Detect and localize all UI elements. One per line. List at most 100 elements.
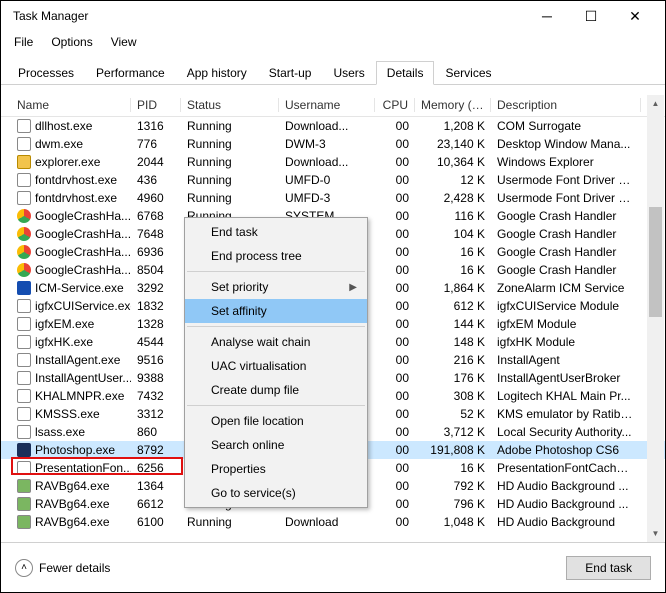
tab-app-history[interactable]: App history xyxy=(176,61,258,85)
process-memory: 1,864 K xyxy=(415,281,491,295)
separator xyxy=(187,405,365,406)
process-icon xyxy=(17,227,31,241)
process-name: GoogleCrashHa... xyxy=(35,209,131,223)
ctx-set-affinity[interactable]: Set affinity xyxy=(185,299,367,323)
process-pid: 4960 xyxy=(131,191,181,205)
window-title: Task Manager xyxy=(9,9,525,23)
process-description: PresentationFontCache.... xyxy=(491,461,641,475)
process-description: KMS emulator by Ratibo... xyxy=(491,407,641,421)
process-description: COM Surrogate xyxy=(491,119,641,133)
table-row[interactable]: dwm.exe776RunningDWM-30023,140 KDesktop … xyxy=(1,135,665,153)
table-row[interactable]: explorer.exe2044RunningDownload...0010,3… xyxy=(1,153,665,171)
process-status: Running xyxy=(181,137,279,151)
tab-users[interactable]: Users xyxy=(322,61,375,85)
end-task-button[interactable]: End task xyxy=(566,556,651,580)
process-pid: 9388 xyxy=(131,371,181,385)
process-name: KHALMNPR.exe xyxy=(35,389,124,403)
process-cpu: 00 xyxy=(375,173,415,187)
table-row[interactable]: dllhost.exe1316RunningDownload...001,208… xyxy=(1,117,665,135)
process-cpu: 00 xyxy=(375,299,415,313)
process-status: Running xyxy=(181,515,279,529)
process-pid: 6768 xyxy=(131,209,181,223)
table-row[interactable]: fontdrvhost.exe4960RunningUMFD-3002,428 … xyxy=(1,189,665,207)
process-description: igfxHK Module xyxy=(491,335,641,349)
ctx-set-priority[interactable]: Set priority▶ xyxy=(185,275,367,299)
tab-performance[interactable]: Performance xyxy=(85,61,176,85)
col-pid[interactable]: PID xyxy=(131,98,181,112)
table-row[interactable]: fontdrvhost.exe436RunningUMFD-00012 KUse… xyxy=(1,171,665,189)
process-pid: 7432 xyxy=(131,389,181,403)
process-cpu: 00 xyxy=(375,335,415,349)
process-memory: 12 K xyxy=(415,173,491,187)
process-pid: 436 xyxy=(131,173,181,187)
process-icon xyxy=(17,317,31,331)
process-user: DWM-3 xyxy=(279,137,375,151)
process-pid: 9516 xyxy=(131,353,181,367)
minimize-button[interactable]: ─ xyxy=(525,2,569,30)
process-pid: 6256 xyxy=(131,461,181,475)
process-description: Google Crash Handler xyxy=(491,209,641,223)
process-description: Adobe Photoshop CS6 xyxy=(491,443,641,457)
process-memory: 16 K xyxy=(415,245,491,259)
process-status: Running xyxy=(181,191,279,205)
table-row[interactable]: RAVBg64.exe6100RunningDownload001,048 KH… xyxy=(1,513,665,531)
process-cpu: 00 xyxy=(375,407,415,421)
close-button[interactable]: ✕ xyxy=(613,2,657,30)
ctx-properties[interactable]: Properties xyxy=(185,457,367,481)
process-description: Google Crash Handler xyxy=(491,263,641,277)
process-pid: 6100 xyxy=(131,515,181,529)
col-description[interactable]: Description xyxy=(491,98,641,112)
tab-services[interactable]: Services xyxy=(434,61,502,85)
scrollbar[interactable]: ▲ ▼ xyxy=(647,95,664,542)
col-status[interactable]: Status xyxy=(181,98,279,112)
maximize-button[interactable]: ☐ xyxy=(569,2,613,30)
process-icon xyxy=(17,263,31,277)
menu-view[interactable]: View xyxy=(104,33,144,51)
col-memory[interactable]: Memory (p... xyxy=(415,98,491,112)
process-cpu: 00 xyxy=(375,461,415,475)
process-status: Running xyxy=(181,119,279,133)
process-memory: 52 K xyxy=(415,407,491,421)
ctx-end-process-tree[interactable]: End process tree xyxy=(185,244,367,268)
process-icon xyxy=(17,191,31,205)
col-name[interactable]: Name xyxy=(11,98,131,112)
ctx-end-task[interactable]: End task xyxy=(185,220,367,244)
process-memory: 1,208 K xyxy=(415,119,491,133)
col-username[interactable]: Username xyxy=(279,98,375,112)
process-icon xyxy=(17,281,31,295)
process-description: InstallAgent xyxy=(491,353,641,367)
col-cpu[interactable]: CPU xyxy=(375,98,415,112)
process-memory: 10,364 K xyxy=(415,155,491,169)
ctx-go-to-services[interactable]: Go to service(s) xyxy=(185,481,367,505)
process-cpu: 00 xyxy=(375,389,415,403)
process-cpu: 00 xyxy=(375,317,415,331)
process-memory: 144 K xyxy=(415,317,491,331)
scroll-thumb[interactable] xyxy=(649,207,662,317)
ctx-open-file-location[interactable]: Open file location xyxy=(185,409,367,433)
scroll-down-icon[interactable]: ▼ xyxy=(647,525,664,542)
menu-file[interactable]: File xyxy=(7,33,40,51)
process-memory: 16 K xyxy=(415,263,491,277)
process-name: ICM-Service.exe xyxy=(35,281,124,295)
process-pid: 8504 xyxy=(131,263,181,277)
process-cpu: 00 xyxy=(375,425,415,439)
process-cpu: 00 xyxy=(375,443,415,457)
scroll-up-icon[interactable]: ▲ xyxy=(647,95,664,112)
process-name: GoogleCrashHa... xyxy=(35,227,131,241)
fewer-details-label: Fewer details xyxy=(39,561,110,575)
process-memory: 792 K xyxy=(415,479,491,493)
menu-options[interactable]: Options xyxy=(44,33,99,51)
fewer-details-button[interactable]: ˄ Fewer details xyxy=(15,559,110,577)
process-icon xyxy=(17,335,31,349)
tab-processes[interactable]: Processes xyxy=(7,61,85,85)
ctx-create-dump-file[interactable]: Create dump file xyxy=(185,378,367,402)
ctx-analyse-wait-chain[interactable]: Analyse wait chain xyxy=(185,330,367,354)
process-memory: 116 K xyxy=(415,209,491,223)
process-icon xyxy=(17,479,31,493)
tab-startup[interactable]: Start-up xyxy=(258,61,323,85)
tab-details[interactable]: Details xyxy=(376,61,435,85)
ctx-uac-virtualisation[interactable]: UAC virtualisation xyxy=(185,354,367,378)
process-memory: 3,712 K xyxy=(415,425,491,439)
ctx-search-online[interactable]: Search online xyxy=(185,433,367,457)
process-description: Logitech KHAL Main Pr... xyxy=(491,389,641,403)
